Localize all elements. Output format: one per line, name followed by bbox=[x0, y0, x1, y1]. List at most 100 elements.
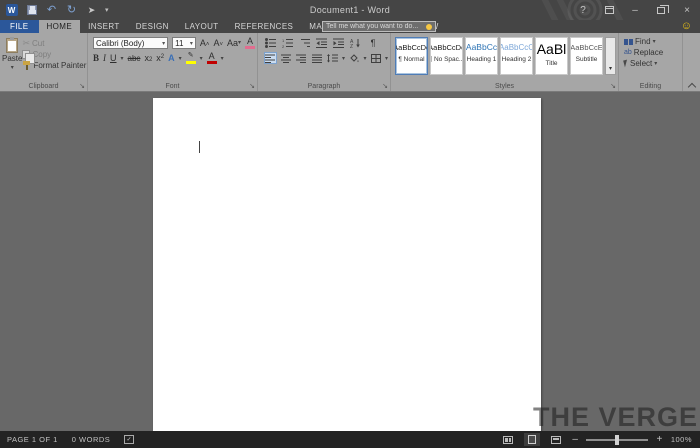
bullets-button[interactable] bbox=[264, 37, 278, 49]
line-spacing-button[interactable] bbox=[326, 52, 338, 64]
page-count-status[interactable]: PAGE 1 OF 1 bbox=[7, 435, 58, 444]
tab-references[interactable]: REFERENCES bbox=[227, 20, 302, 33]
align-right-button[interactable] bbox=[295, 52, 307, 64]
superscript-button[interactable]: x2 bbox=[156, 54, 164, 63]
customize-qat-chevron-icon[interactable]: ▾ bbox=[105, 6, 109, 14]
multilevel-list-button[interactable] bbox=[298, 37, 312, 49]
subscript-button[interactable]: x2 bbox=[144, 54, 152, 63]
shading-button[interactable] bbox=[348, 52, 360, 64]
binoculars-icon bbox=[624, 39, 633, 45]
style-heading-1[interactable]: AaBbCc Heading 1 bbox=[465, 37, 498, 75]
send-a-smile-icon[interactable]: ☺ bbox=[681, 21, 692, 32]
sort-button[interactable]: AZ bbox=[349, 37, 363, 49]
redo-icon[interactable]: ↻ bbox=[65, 4, 78, 17]
paste-clipboard-icon bbox=[6, 38, 18, 53]
sort-az-icon: AZ bbox=[350, 38, 362, 48]
save-icon[interactable] bbox=[25, 4, 38, 17]
clipboard-dialog-launcher-icon[interactable]: ↘ bbox=[79, 83, 85, 90]
copy-button[interactable]: Copy bbox=[22, 50, 86, 59]
web-layout-button[interactable] bbox=[548, 433, 564, 446]
align-center-button[interactable] bbox=[280, 52, 292, 64]
style-no-spacing[interactable]: AaBbCcDc ¶ No Spac... bbox=[430, 37, 463, 75]
strikethrough-button[interactable]: abc bbox=[128, 54, 141, 63]
text-effects-button[interactable]: A bbox=[168, 54, 175, 63]
document-page[interactable] bbox=[153, 98, 541, 431]
tab-insert[interactable]: INSERT bbox=[80, 20, 128, 33]
minimize-icon[interactable]: – bbox=[622, 0, 648, 20]
zoom-slider-thumb[interactable] bbox=[615, 435, 619, 445]
select-button[interactable]: Select▾ bbox=[624, 59, 682, 68]
zoom-out-button[interactable]: – bbox=[572, 435, 578, 445]
italic-button[interactable]: I bbox=[103, 54, 106, 63]
svg-text:Z: Z bbox=[350, 44, 353, 48]
borders-button[interactable] bbox=[369, 52, 381, 64]
tab-layout[interactable]: LAYOUT bbox=[177, 20, 227, 33]
decrease-indent-button[interactable] bbox=[315, 37, 329, 49]
paste-chevron-icon[interactable]: ▾ bbox=[11, 64, 14, 71]
underline-chevron-icon[interactable]: ▾ bbox=[121, 55, 124, 62]
text-cursor bbox=[199, 141, 200, 153]
find-button[interactable]: Find▾ bbox=[624, 37, 682, 46]
touch-mode-icon[interactable]: ➤ bbox=[85, 4, 98, 17]
ribbon-right-spacer bbox=[683, 33, 700, 91]
styles-gallery-more-button[interactable]: ▾ bbox=[605, 37, 616, 75]
change-case-button[interactable]: Aa▾ bbox=[227, 39, 241, 48]
status-bar-left: PAGE 1 OF 1 0 WORDS ✓ bbox=[0, 435, 134, 444]
paste-button[interactable]: Paste ▾ bbox=[2, 36, 22, 80]
word-count-status[interactable]: 0 WORDS bbox=[72, 435, 111, 444]
bold-button[interactable]: B bbox=[93, 54, 99, 63]
zoom-level-label[interactable]: 100% bbox=[671, 435, 692, 444]
borders-chevron-icon[interactable]: ▾ bbox=[385, 55, 388, 62]
help-icon[interactable]: ? bbox=[570, 0, 596, 20]
font-dialog-launcher-icon[interactable]: ↘ bbox=[249, 83, 255, 90]
text-highlight-button[interactable]: ✎ bbox=[186, 52, 196, 64]
status-bar: PAGE 1 OF 1 0 WORDS ✓ – + 100% bbox=[0, 431, 700, 448]
shading-chevron-icon[interactable]: ▾ bbox=[363, 55, 366, 62]
tab-home[interactable]: HOME bbox=[39, 20, 81, 33]
justify-button[interactable] bbox=[311, 52, 323, 64]
svg-text:2: 2 bbox=[282, 44, 285, 48]
line-spacing-chevron-icon[interactable]: ▾ bbox=[342, 55, 345, 62]
zoom-slider[interactable] bbox=[586, 439, 648, 441]
word-logo-icon: W bbox=[5, 4, 18, 17]
align-left-button[interactable] bbox=[264, 52, 277, 64]
restore-icon[interactable] bbox=[648, 0, 674, 20]
style-heading-2[interactable]: AaBbCcC Heading 2 bbox=[500, 37, 533, 75]
collapse-ribbon-icon[interactable] bbox=[688, 81, 696, 89]
cut-button[interactable]: ✂ Cut bbox=[22, 39, 86, 48]
font-color-button[interactable]: A bbox=[207, 52, 217, 64]
shrink-font-button[interactable]: A˅ bbox=[213, 39, 223, 48]
show-hide-formatting-button[interactable]: ¶ bbox=[366, 37, 380, 49]
ribbon-display-options-icon[interactable] bbox=[596, 0, 622, 20]
style-title[interactable]: AaBl Title bbox=[535, 37, 568, 75]
clear-formatting-button[interactable]: A bbox=[245, 37, 255, 49]
tell-me-placeholder: Tell me what you want to do... bbox=[326, 23, 426, 30]
tab-design[interactable]: DESIGN bbox=[128, 20, 177, 33]
grow-font-button[interactable]: A˄ bbox=[200, 39, 210, 48]
print-layout-button[interactable] bbox=[524, 433, 540, 446]
styles-dialog-launcher-icon[interactable]: ↘ bbox=[610, 83, 616, 90]
replace-button[interactable]: ab Replace bbox=[624, 48, 682, 57]
font-color-chevron-icon[interactable]: ▾ bbox=[221, 55, 224, 62]
tab-file[interactable]: FILE bbox=[0, 20, 39, 33]
tell-me-search-input[interactable]: Tell me what you want to do... bbox=[322, 21, 436, 32]
highlight-chevron-icon[interactable]: ▾ bbox=[200, 55, 203, 62]
increase-indent-button[interactable] bbox=[332, 37, 346, 49]
align-center-icon bbox=[281, 54, 292, 63]
font-size-combo[interactable]: 11▾ bbox=[172, 37, 196, 49]
read-mode-button[interactable] bbox=[500, 433, 516, 446]
style-subtitle[interactable]: AaBbCcE Subtitle bbox=[570, 37, 603, 75]
underline-button[interactable]: U bbox=[110, 54, 117, 63]
style-normal[interactable]: AaBbCcDc ¶ Normal bbox=[395, 37, 428, 75]
undo-icon[interactable]: ↶ bbox=[45, 4, 58, 17]
paragraph-dialog-launcher-icon[interactable]: ↘ bbox=[382, 83, 388, 90]
zoom-in-button[interactable]: + bbox=[656, 435, 662, 445]
font-name-combo[interactable]: Calibri (Body)▾ bbox=[93, 37, 168, 49]
numbering-button[interactable]: 12 bbox=[281, 37, 295, 49]
text-effects-chevron-icon[interactable]: ▾ bbox=[179, 55, 182, 62]
format-painter-icon bbox=[22, 61, 31, 70]
close-icon[interactable]: × bbox=[674, 0, 700, 20]
proofing-status-icon[interactable]: ✓ bbox=[124, 435, 134, 444]
copy-icon bbox=[22, 50, 30, 59]
quick-access-toolbar: W ↶ ↻ ➤ ▾ bbox=[0, 4, 109, 17]
